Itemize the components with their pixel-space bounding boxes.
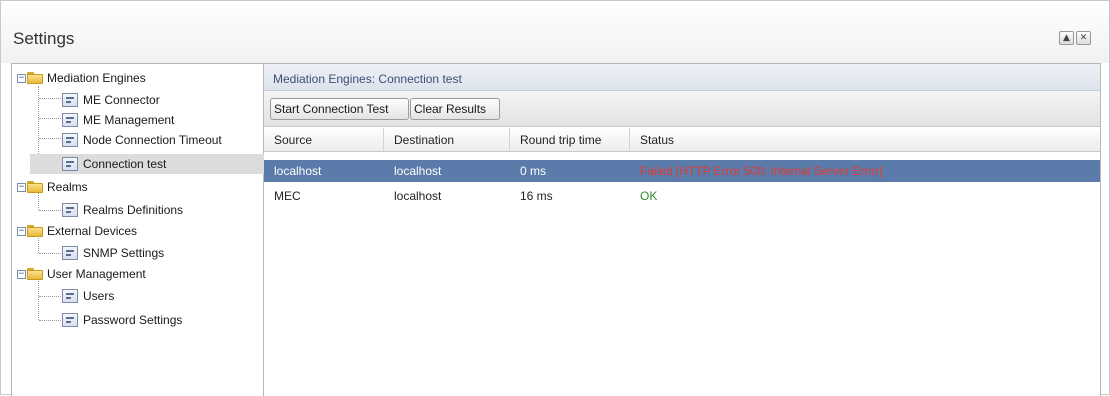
cell-round-trip-time: 16 ms — [520, 189, 553, 203]
tree-item-snmp-settings[interactable]: SNMP Settings — [62, 243, 164, 263]
tree-connector — [39, 253, 61, 254]
column-header-source[interactable]: Source — [264, 128, 384, 152]
table-row[interactable]: MEC localhost 16 ms OK — [264, 185, 1100, 207]
tree-item-password-settings[interactable]: Password Settings — [62, 310, 182, 330]
tree-item-label: Realms Definitions — [83, 203, 184, 217]
window-titlebar: Settings ▲ ✕ — [1, 1, 1109, 63]
tree-item-label: Password Settings — [83, 313, 183, 327]
collapse-icon[interactable]: − — [17, 269, 26, 279]
settings-page-icon — [62, 313, 78, 327]
clear-results-button[interactable]: Clear Results — [410, 98, 500, 120]
results-table-header: Source Destination Round trip time Statu… — [264, 128, 1100, 152]
tree-connector — [39, 210, 61, 211]
tree-connector — [39, 296, 61, 297]
close-window-button[interactable]: ✕ — [1076, 31, 1091, 45]
close-icon: ✕ — [1079, 33, 1088, 43]
tree-group-mediation-engines[interactable]: − Mediation Engines — [17, 68, 146, 88]
tree-group-label: Realms — [47, 180, 88, 194]
panel-title: Mediation Engines: Connection test — [273, 72, 462, 86]
tree-item-connection-test[interactable]: Connection test — [30, 154, 264, 174]
settings-page-icon — [62, 203, 78, 217]
tree-connector — [39, 320, 61, 321]
folder-open-icon — [27, 225, 43, 237]
tree-item-me-management[interactable]: ME Management — [62, 110, 174, 130]
tree-connector — [39, 118, 61, 119]
tree-group-user-management[interactable]: − User Management — [17, 264, 146, 284]
cell-destination: localhost — [394, 164, 442, 178]
tree-item-users[interactable]: Users — [62, 286, 114, 306]
tree-item-label: Connection test — [83, 157, 167, 171]
collapse-icon[interactable]: − — [17, 73, 26, 83]
cell-status: OK — [640, 189, 658, 203]
folder-open-icon — [27, 72, 43, 84]
settings-page-icon — [62, 113, 78, 127]
settings-page-icon — [62, 93, 78, 107]
tree-item-node-connection-timeout[interactable]: Node Connection Timeout — [62, 130, 222, 150]
cell-round-trip-time: 0 ms — [520, 164, 547, 178]
settings-tree: − Mediation Engines ME Connector ME Mana… — [11, 63, 264, 396]
cell-source: localhost — [274, 164, 322, 178]
settings-page-icon — [62, 133, 78, 147]
settings-page-icon — [62, 246, 78, 260]
folder-open-icon — [27, 181, 43, 193]
tree-group-external-devices[interactable]: − External Devices — [17, 221, 137, 241]
settings-window: Settings ▲ ✕ − Mediation Engines ME Conn — [0, 0, 1110, 396]
cell-source: MEC — [274, 189, 301, 203]
cell-status: Failed [HTTP Error 500: Internal Server … — [640, 164, 883, 178]
tree-item-label: Node Connection Timeout — [83, 133, 222, 147]
panel-toolbar: Start Connection Test Clear Results — [264, 91, 1100, 127]
tree-item-label: Users — [83, 289, 115, 303]
column-header-destination[interactable]: Destination — [384, 128, 510, 152]
tree-group-label: Mediation Engines — [47, 71, 146, 85]
tree-connector — [39, 138, 61, 139]
tree-connector — [39, 98, 61, 99]
connection-test-panel: Mediation Engines: Connection test Start… — [264, 63, 1101, 396]
window-title: Settings — [13, 29, 75, 48]
tree-group-label: User Management — [47, 267, 146, 281]
collapse-icon[interactable]: − — [17, 226, 26, 236]
caret-up-icon: ▲ — [1063, 33, 1070, 43]
settings-page-icon — [62, 157, 78, 171]
start-connection-test-button[interactable]: Start Connection Test — [270, 98, 409, 120]
tree-item-me-connector[interactable]: ME Connector — [62, 90, 160, 110]
panel-header: Mediation Engines: Connection test — [264, 64, 1100, 91]
column-header-status[interactable]: Status — [630, 128, 1100, 152]
settings-page-icon — [62, 289, 78, 303]
collapse-icon[interactable]: − — [17, 182, 26, 192]
tree-item-realms-definitions[interactable]: Realms Definitions — [62, 200, 183, 220]
column-header-round-trip-time[interactable]: Round trip time — [510, 128, 630, 152]
table-row[interactable]: localhost localhost 0 ms Failed [HTTP Er… — [264, 160, 1100, 182]
cell-destination: localhost — [394, 189, 442, 203]
tree-item-label: ME Management — [83, 113, 175, 127]
tree-item-label: SNMP Settings — [83, 246, 165, 260]
tree-group-realms[interactable]: − Realms — [17, 177, 88, 197]
tree-item-label: ME Connector — [83, 93, 160, 107]
tree-group-label: External Devices — [47, 224, 138, 238]
folder-open-icon — [27, 268, 43, 280]
collapse-window-button[interactable]: ▲ — [1059, 31, 1074, 45]
